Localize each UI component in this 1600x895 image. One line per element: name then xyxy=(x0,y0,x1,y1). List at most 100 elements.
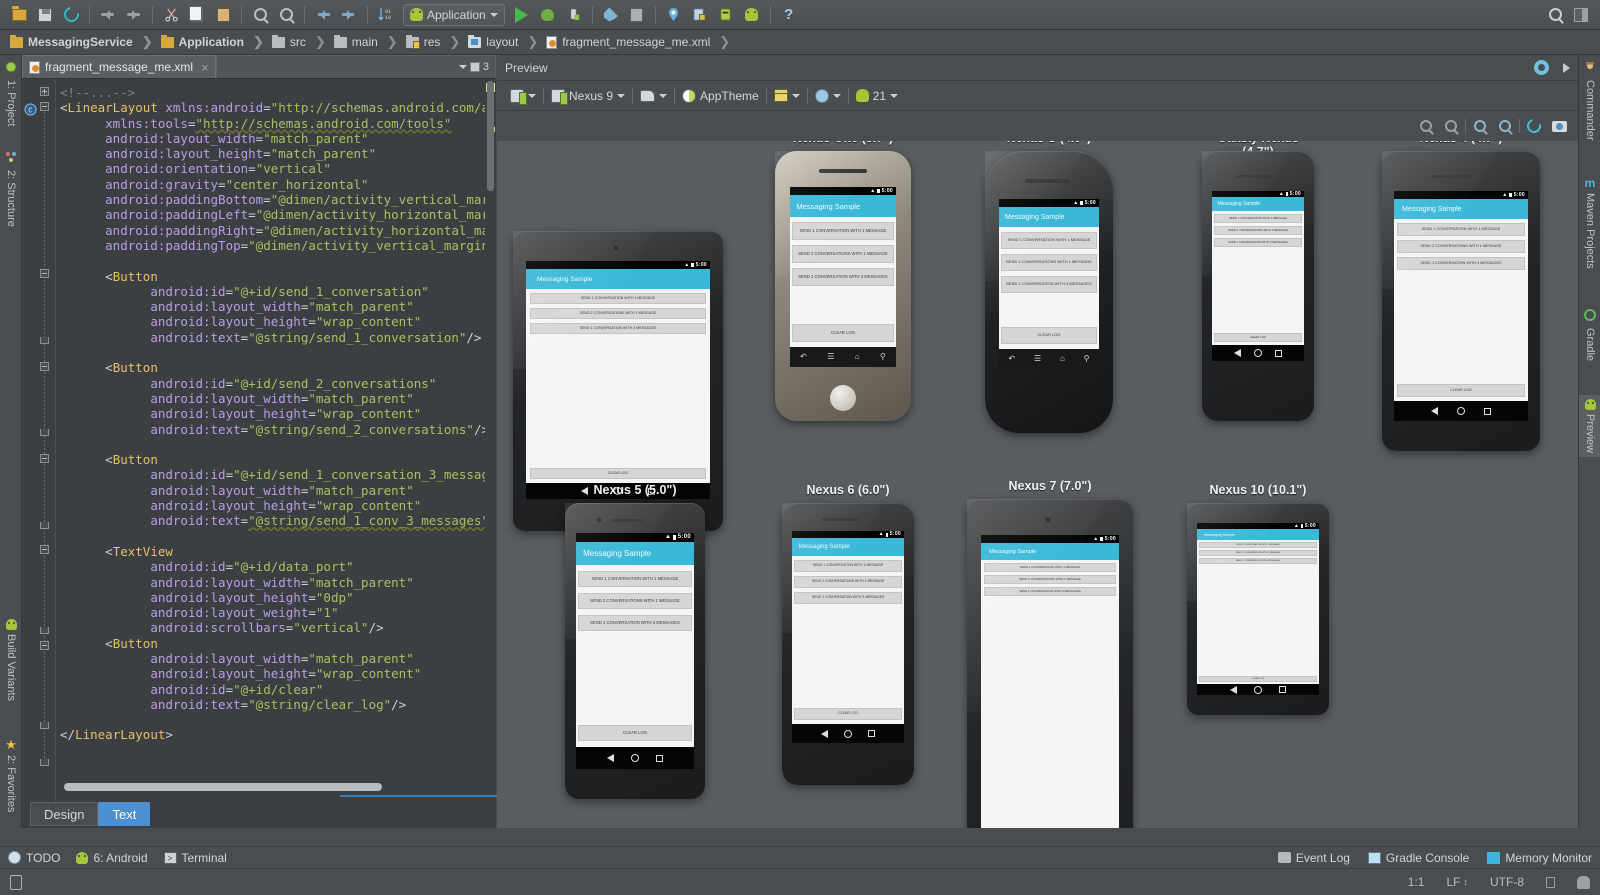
sidebar-item-project[interactable]: 1: Project xyxy=(0,57,22,130)
app-button[interactable]: SEND 2 CONVERSATIONS WITH 1 MESSAGE xyxy=(983,575,1117,584)
fold-end-marker[interactable] xyxy=(40,722,49,729)
android-nav-bar[interactable] xyxy=(792,724,904,743)
app-clear-log-button[interactable]: CLEAR LOG xyxy=(1213,333,1303,342)
sdk-manager-icon[interactable] xyxy=(599,3,623,27)
device-screen[interactable]: ▲ 5:00 Messaging Sample SEND 1 CONVERSATION… xyxy=(1197,523,1319,695)
android-nav-bar[interactable]: ↶ ☰ ⌂ ⚲ xyxy=(999,349,1099,369)
paste-icon[interactable] xyxy=(211,3,235,27)
device-screen[interactable]: ▲ 5:00 Messaging Sample SEND 1 CONVERSATION… xyxy=(576,533,694,769)
zoom-out-icon[interactable] xyxy=(1494,115,1516,137)
device-preview-nexus-10[interactable]: Nexus 10 (10.1") ▲ 5:00 Messaging Sample SEN… xyxy=(1187,483,1329,717)
android-monitor-icon[interactable] xyxy=(662,3,686,27)
unlocked-icon[interactable] xyxy=(1546,876,1555,888)
device-preview-nexus-s[interactable]: Nexus S (4.0") ▲ 5:00 Messaging Sample SEND … xyxy=(985,141,1113,435)
app-button[interactable]: SEND 1 CONVERSATION WITH 1 MESSAGE xyxy=(1213,214,1303,223)
device-screen[interactable]: ▲ 5:00 Messaging Sample SEND 1 CONVERSATION… xyxy=(526,261,710,499)
nav-recents-icon[interactable] xyxy=(1483,407,1491,415)
status-item-gradle-console[interactable]: Gradle Console xyxy=(1367,851,1469,865)
app-button[interactable]: SEND 2 CONVERSATIONS WITH 1 MESSAGE xyxy=(792,245,894,263)
sidebar-item-gradle[interactable]: Gradle xyxy=(1579,305,1600,365)
line-separator-selector[interactable]: LF ↕ xyxy=(1446,875,1468,889)
fold-end-marker[interactable] xyxy=(40,759,49,766)
app-button[interactable]: SEND 1 CONVERSATION WITH 3 MESSAGES xyxy=(983,587,1117,596)
android-nav-bar[interactable] xyxy=(1197,684,1319,695)
scrollbar-thumb[interactable] xyxy=(64,783,382,791)
open-folder-icon[interactable] xyxy=(7,3,31,27)
device-screen[interactable]: ▲ 5:00 Messaging Sample SEND 1 CONVERSATION… xyxy=(1394,191,1528,421)
chevron-down-icon[interactable] xyxy=(458,65,467,69)
tab-text[interactable]: Text xyxy=(98,802,151,826)
app-button[interactable]: SEND 1 CONVERSATION WITH 3 MESSAGES xyxy=(1213,238,1303,247)
app-button[interactable]: SEND 2 CONVERSATIONS WITH 1 MESSAGE xyxy=(1001,254,1097,271)
fold-marker[interactable] xyxy=(40,362,49,371)
search-icon[interactable] xyxy=(1543,3,1567,27)
app-button[interactable]: SEND 1 CONVERSATION WITH 1 MESSAGE xyxy=(529,293,707,304)
locale-selector[interactable] xyxy=(808,84,848,108)
nav-recents-icon[interactable] xyxy=(655,754,663,762)
app-button[interactable]: SEND 2 CONVERSATIONS WITH 1 MESSAGE xyxy=(1199,550,1317,556)
nav-home-icon[interactable]: ⌂ xyxy=(855,353,860,361)
layout-icon[interactable] xyxy=(1569,3,1593,27)
nav-back-icon[interactable] xyxy=(607,754,615,762)
nav-home-icon[interactable] xyxy=(844,729,852,738)
sidebar-item-favorites[interactable]: ★ 2: Favorites xyxy=(0,735,22,816)
nav-back-icon[interactable]: ↶ xyxy=(800,353,807,361)
editor-horizontal-scrollbar[interactable] xyxy=(56,781,484,793)
nav-recents-icon[interactable] xyxy=(1279,686,1287,693)
breadcrumb-item-application[interactable]: Application ❯ xyxy=(159,34,270,50)
android-nav-bar[interactable]: ↶ ☰ ⌂ ⚲ xyxy=(790,347,896,367)
device-preview-nexus-7[interactable]: Nexus 7 (7.0") ▲ 5:00 Messaging Sample SEND … xyxy=(967,479,1133,828)
preview-canvas[interactable]: ▲ 5:00 Messaging Sample SEND 1 CONVERSATION… xyxy=(497,141,1578,828)
sidebar-item-preview[interactable]: Preview xyxy=(1579,395,1600,458)
device-preview-nexus-4[interactable]: Nexus 4 (4.7") ▲ 5:00 Messaging Sample SEND … xyxy=(1382,141,1540,453)
editor-gutter[interactable]: C xyxy=(22,79,56,803)
app-button[interactable]: SEND 2 CONVERSATIONS WITH 1 MESSAGE xyxy=(794,576,902,588)
device-selector[interactable]: Nexus 9 xyxy=(544,84,632,108)
device-screen[interactable]: ▲ 5:00 Messaging Sample SEND 1 CONVERSATION… xyxy=(790,187,896,367)
breadcrumb-item-file[interactable]: fragment_message_me.xml ❯ xyxy=(544,34,736,50)
device-preview-nexus-5[interactable]: Nexus 5 (5.0") ▲ 5:00 Messaging Sample SEND … xyxy=(565,483,705,801)
class-marker-icon[interactable]: C xyxy=(24,103,37,119)
nav-recents-icon[interactable] xyxy=(1274,349,1282,357)
find-icon[interactable] xyxy=(248,3,272,27)
fold-marker[interactable] xyxy=(40,454,49,463)
nav-home-icon[interactable] xyxy=(631,754,639,762)
editor-vertical-scrollbar[interactable] xyxy=(485,79,496,803)
device-screen[interactable]: ▲ 5:00 Messaging Sample SEND 1 CONVERSATION… xyxy=(1212,191,1304,361)
breadcrumb-item-src[interactable]: src ❯ xyxy=(270,34,332,50)
fold-marker[interactable] xyxy=(40,87,49,96)
app-clear-log-button[interactable]: CLEAR LOG xyxy=(1199,676,1317,682)
android-nav-bar[interactable] xyxy=(576,747,694,769)
zoom-in-icon[interactable] xyxy=(1469,115,1491,137)
device-preview-nexus-6[interactable]: Nexus 6 (6.0") ▲ 5:00 Messaging Sample SEND … xyxy=(782,483,914,787)
sync-icon[interactable] xyxy=(59,3,83,27)
encoding-label[interactable]: UTF-8 xyxy=(1490,875,1524,889)
sidebar-item-commander[interactable]: Commander xyxy=(1579,57,1600,145)
app-button[interactable]: SEND 1 CONVERSATION WITH 3 MESSAGES xyxy=(1001,276,1097,293)
sidebar-item-structure[interactable]: 2: Structure xyxy=(0,147,22,231)
app-button[interactable]: SEND 2 CONVERSATIONS WITH 1 MESSAGE xyxy=(1396,240,1526,253)
app-button[interactable]: SEND 1 CONVERSATION WITH 3 MESSAGES xyxy=(792,268,894,286)
sync-gradle-icon[interactable] xyxy=(714,3,738,27)
settings-gear-icon[interactable] xyxy=(1534,60,1549,75)
app-clear-log-button[interactable]: CLEAR LOG xyxy=(1396,384,1526,397)
app-button[interactable]: SEND 1 CONVERSATION WITH 3 MESSAGES xyxy=(529,323,707,334)
nav-back-icon[interactable]: ↶ xyxy=(1008,355,1015,363)
device-screen[interactable]: ▲ 5:00 Messaging Sample SEND 1 CONVERSATION… xyxy=(981,535,1119,828)
inspection-hector-icon[interactable] xyxy=(1577,875,1590,889)
app-button[interactable]: SEND 1 CONVERSATION WITH 3 MESSAGES xyxy=(1396,257,1526,270)
device-preview-nexus-one[interactable]: Nexus One (3.7") ▲ 5:00 Messaging Sample SEN… xyxy=(775,141,911,423)
close-icon[interactable]: × xyxy=(201,60,209,75)
device-preview-galaxy-nexus[interactable]: Galaxy Nexus (4.7")▲5:00Messaging Sample… xyxy=(1202,141,1314,423)
app-button[interactable]: SEND 2 CONVERSATIONS WITH 1 MESSAGE xyxy=(529,308,707,319)
nav-back-icon[interactable] xyxy=(1229,685,1237,694)
cut-icon[interactable] xyxy=(159,3,183,27)
status-item-event-log[interactable]: Event Log xyxy=(1277,851,1350,865)
refresh-render-icon[interactable] xyxy=(1523,115,1545,137)
nav-home-icon[interactable] xyxy=(1457,407,1465,415)
save-all-icon[interactable] xyxy=(33,3,57,27)
fold-end-marker[interactable] xyxy=(40,337,49,344)
minimize-icon[interactable] xyxy=(1563,62,1570,73)
debug-icon[interactable] xyxy=(536,3,560,27)
orientation-selector[interactable] xyxy=(633,84,674,108)
